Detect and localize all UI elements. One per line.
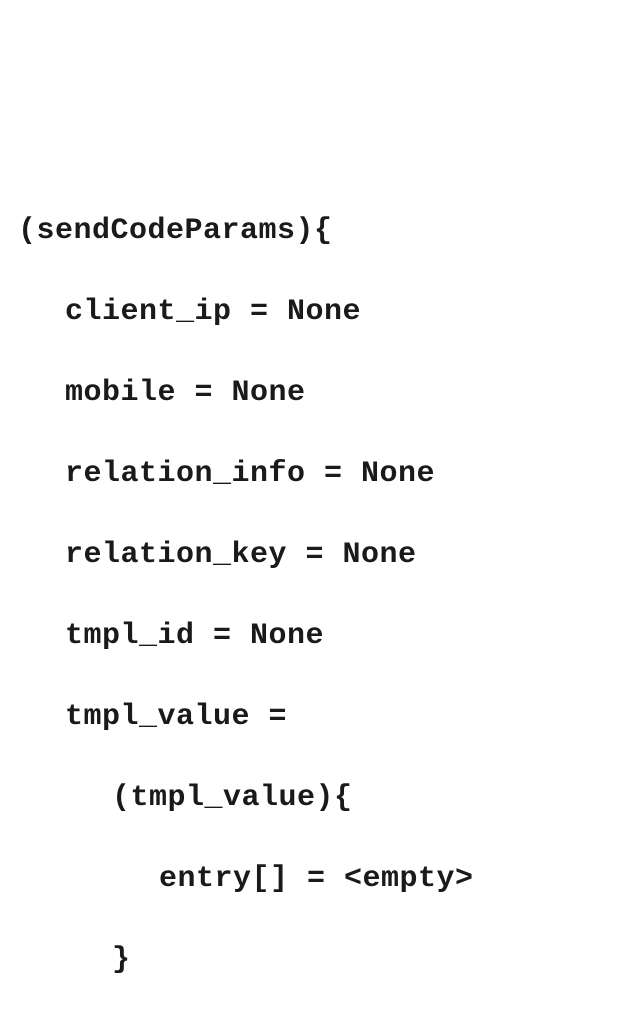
code-line: entry[] = <empty> [18, 859, 628, 900]
code-line: tmpl_id = None [18, 616, 628, 657]
code-line: } [18, 940, 628, 981]
code-line: client_ip = None [18, 292, 628, 333]
code-line: (tmpl_value){ [18, 778, 628, 819]
code-block: (sendCodeParams){ client_ip = None mobil… [18, 170, 628, 1026]
code-line: relation_info = None [18, 454, 628, 495]
code-line: mobile = None [18, 373, 628, 414]
code-line: tmpl_value = [18, 697, 628, 738]
code-line: (sendCodeParams){ [18, 211, 628, 252]
code-line: use_bak_port = None [18, 1021, 628, 1026]
code-line: relation_key = None [18, 535, 628, 576]
